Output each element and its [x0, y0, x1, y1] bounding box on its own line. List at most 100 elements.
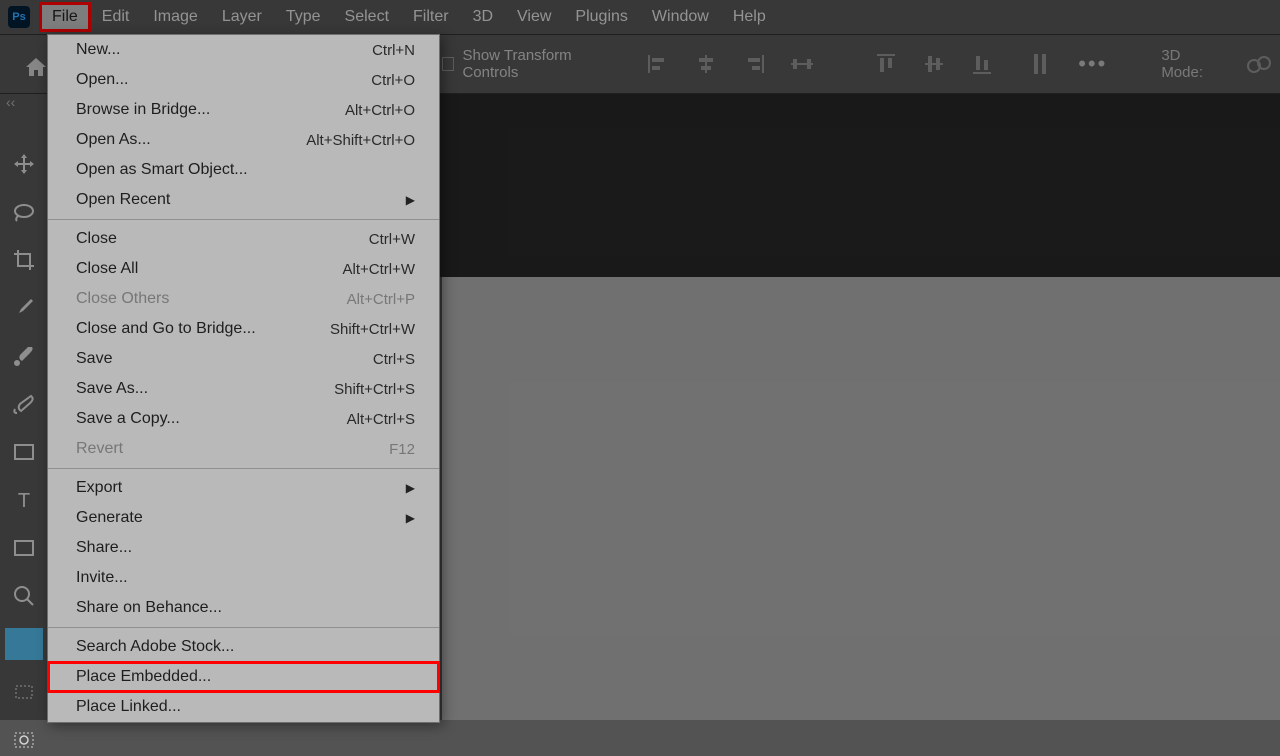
- distribute-top-icon[interactable]: [862, 44, 910, 84]
- collapse-panel-icon[interactable]: ‹‹: [6, 94, 15, 110]
- quick-mask-icon[interactable]: [5, 724, 43, 756]
- menu-item-shortcut: Alt+Ctrl+P: [347, 291, 415, 308]
- menu-item-open-recent[interactable]: Open Recent ▶: [48, 185, 439, 215]
- menu-item-label: Browse in Bridge...: [76, 101, 210, 119]
- menu-view[interactable]: View: [505, 3, 563, 31]
- menu-item-close-all[interactable]: Close All Alt+Ctrl+W: [48, 254, 439, 284]
- eyedropper-tool-icon[interactable]: [5, 292, 43, 324]
- menu-item-shortcut: Ctrl+W: [369, 231, 415, 248]
- menu-item-revert: RevertF12: [48, 434, 439, 464]
- menu-filter[interactable]: Filter: [401, 3, 461, 31]
- menu-item-shortcut: Ctrl+S: [373, 351, 415, 368]
- menu-item-shortcut: Shift+Ctrl+S: [334, 381, 415, 398]
- menu-item-close-and-go-to-bridge[interactable]: Close and Go to Bridge...Shift+Ctrl+W: [48, 314, 439, 344]
- menu-item-label: Revert: [76, 440, 123, 458]
- menu-item-new[interactable]: New...Ctrl+N: [48, 35, 439, 65]
- menu-item-shortcut: Ctrl+N: [372, 42, 415, 59]
- menu-file[interactable]: File: [40, 3, 90, 31]
- distribute-bottom-icon[interactable]: [958, 44, 1006, 84]
- align-left-edges-icon[interactable]: [634, 44, 682, 84]
- menu-item-save-as[interactable]: Save As... Shift+Ctrl+S: [48, 374, 439, 404]
- menu-item-place-embedded[interactable]: Place Embedded...: [48, 662, 439, 692]
- file-menu-dropdown: New...Ctrl+N Open... Ctrl+O Browse in Bridg…: [47, 34, 440, 723]
- menu-plugins[interactable]: Plugins: [563, 3, 639, 31]
- show-transform-checkbox[interactable]: [442, 57, 454, 71]
- menu-item-close-others: Close Others Alt+Ctrl+P: [48, 284, 439, 314]
- menu-window[interactable]: Window: [640, 3, 721, 31]
- app-logo-icon: Ps: [8, 6, 30, 28]
- menu-item-share-on-behance[interactable]: Share on Behance...: [48, 593, 439, 623]
- menu-item-share[interactable]: Share...: [48, 533, 439, 563]
- lasso-tool-icon[interactable]: [5, 196, 43, 228]
- menu-item-shortcut: Alt+Shift+Ctrl+O: [306, 132, 415, 149]
- menu-item-place-linked[interactable]: Place Linked...: [48, 692, 439, 722]
- menu-item-label: Share on Behance...: [76, 599, 222, 617]
- canvas-area[interactable]: [442, 277, 1280, 720]
- 3d-mode-icon[interactable]: [1238, 44, 1280, 84]
- edit-toolbar-icon[interactable]: [5, 676, 43, 708]
- menu-item-label: Open as Smart Object...: [76, 161, 248, 179]
- menu-item-label: Export: [76, 479, 122, 497]
- menu-item-save-a-copy[interactable]: Save a Copy... Alt+Ctrl+S: [48, 404, 439, 434]
- menu-layer[interactable]: Layer: [210, 3, 274, 31]
- menu-separator: [48, 627, 439, 628]
- menu-item-label: Place Embedded...: [76, 668, 211, 686]
- menu-3d[interactable]: 3D: [461, 3, 505, 31]
- menu-select[interactable]: Select: [333, 3, 401, 31]
- zoom-tool-icon[interactable]: [5, 580, 43, 612]
- menu-item-label: Save As...: [76, 380, 148, 398]
- align-right-edges-icon[interactable]: [730, 44, 778, 84]
- show-transform-label: Show Transform Controls: [462, 47, 610, 81]
- move-tool-icon[interactable]: [5, 148, 43, 180]
- menu-item-generate[interactable]: Generate ▶: [48, 503, 439, 533]
- menu-item-shortcut: Alt+Ctrl+S: [347, 411, 415, 428]
- menu-edit[interactable]: Edit: [90, 3, 142, 31]
- menu-item-save[interactable]: SaveCtrl+S: [48, 344, 439, 374]
- align-horizontal-centers-icon[interactable]: [682, 44, 730, 84]
- menu-item-open-as[interactable]: Open As...Alt+Shift+Ctrl+O: [48, 125, 439, 155]
- submenu-arrow-icon: ▶: [406, 481, 415, 495]
- menu-item-open[interactable]: Open... Ctrl+O: [48, 65, 439, 95]
- crop-tool-icon[interactable]: [5, 244, 43, 276]
- menu-type[interactable]: Type: [274, 3, 333, 31]
- menu-item-open-as-smart-object[interactable]: Open as Smart Object...: [48, 155, 439, 185]
- menu-item-browse-in-bridge[interactable]: Browse in Bridge... Alt+Ctrl+O: [48, 95, 439, 125]
- shape-tool-icon[interactable]: [5, 532, 43, 564]
- menu-image[interactable]: Image: [141, 3, 209, 31]
- home-icon[interactable]: [24, 56, 48, 83]
- submenu-arrow-icon: ▶: [406, 511, 415, 525]
- menu-item-label: Close: [76, 230, 117, 248]
- tools-panel: T: [0, 142, 48, 756]
- menu-item-shortcut: Alt+Ctrl+O: [345, 102, 415, 119]
- menu-item-export[interactable]: Export ▶: [48, 473, 439, 503]
- brush-tool-icon[interactable]: [5, 340, 43, 372]
- menu-item-shortcut: Alt+Ctrl+W: [342, 261, 415, 278]
- rectangle-tool-icon[interactable]: [5, 436, 43, 468]
- menu-item-label: Share...: [76, 539, 132, 557]
- distribute-vertical-icon[interactable]: [910, 44, 958, 84]
- type-tool-icon[interactable]: T: [5, 484, 43, 516]
- menu-item-label: Close All: [76, 260, 138, 278]
- 3d-mode-label: 3D Mode:: [1161, 47, 1218, 81]
- menu-item-invite[interactable]: Invite...: [48, 563, 439, 593]
- submenu-arrow-icon: ▶: [406, 193, 415, 207]
- foreground-color-swatch[interactable]: [5, 628, 43, 660]
- menu-item-label: Invite...: [76, 569, 128, 587]
- menu-item-search-adobe-stock[interactable]: Search Adobe Stock...: [48, 632, 439, 662]
- menu-item-label: Open Recent: [76, 191, 170, 209]
- menu-item-shortcut: Ctrl+O: [371, 72, 415, 89]
- menu-item-shortcut: Shift+Ctrl+W: [330, 321, 415, 338]
- menu-item-label: Save a Copy...: [76, 410, 180, 428]
- menu-item-label: Search Adobe Stock...: [76, 638, 234, 656]
- align-more-icon[interactable]: [778, 44, 826, 84]
- menu-separator: [48, 468, 439, 469]
- menu-item-close[interactable]: Close Ctrl+W: [48, 224, 439, 254]
- menu-item-label: Close Others: [76, 290, 169, 308]
- menu-item-label: Generate: [76, 509, 143, 527]
- menu-item-label: Place Linked...: [76, 698, 181, 716]
- menu-item-label: Open...: [76, 71, 128, 89]
- history-brush-tool-icon[interactable]: [5, 388, 43, 420]
- menu-help[interactable]: Help: [721, 3, 778, 31]
- more-options-icon[interactable]: •••: [1078, 51, 1107, 77]
- distribute-spacing-icon[interactable]: [1016, 44, 1064, 84]
